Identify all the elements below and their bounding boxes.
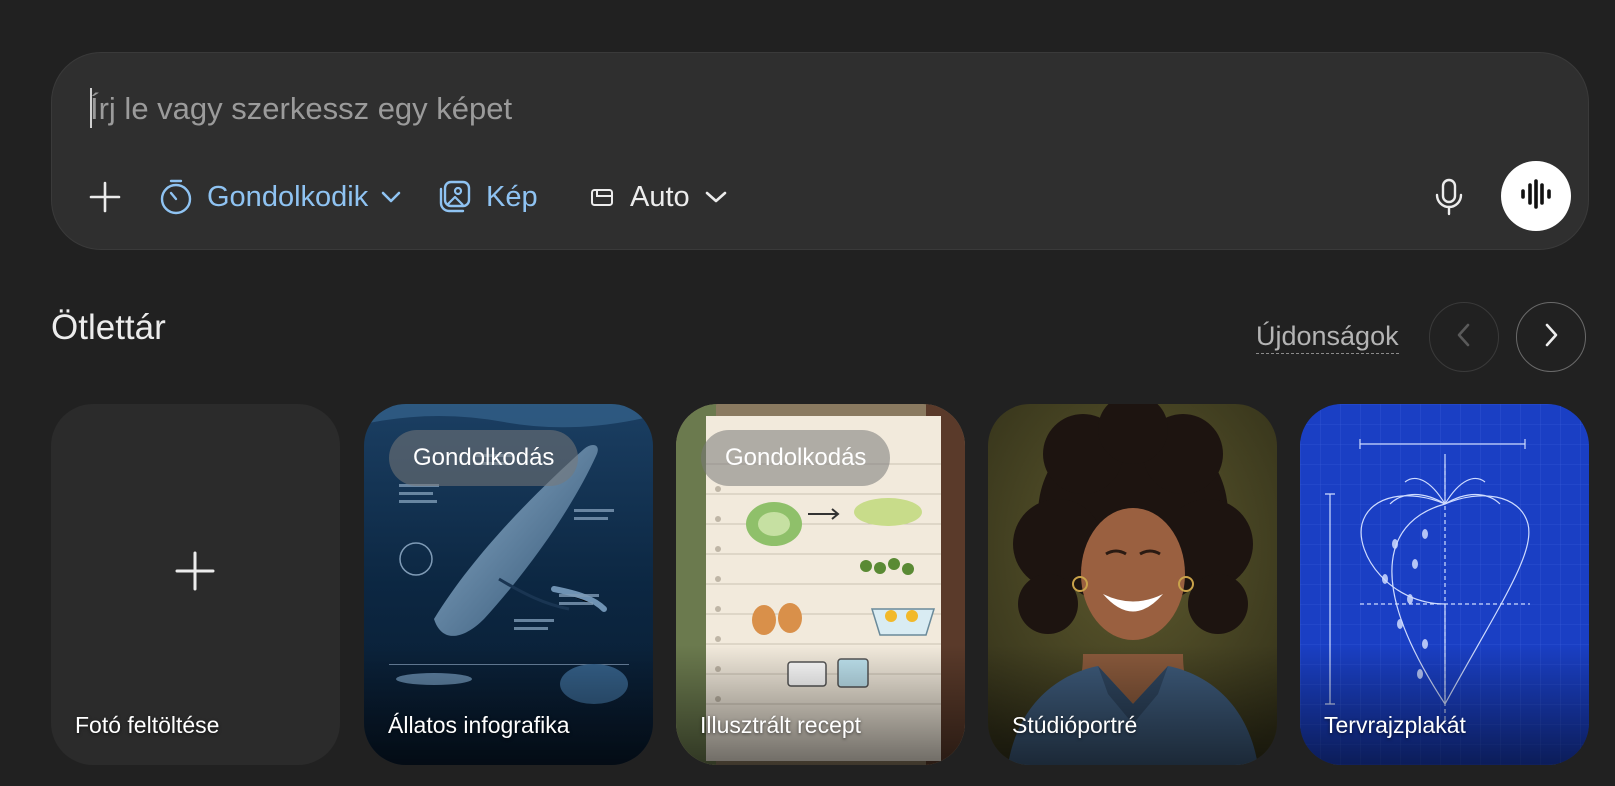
card-label: Fotó feltöltése	[75, 712, 220, 738]
text-caret	[90, 88, 92, 128]
card-illustrated-recipe[interactable]: Gondolkodás Illusztrált recept	[676, 404, 965, 765]
image-mode-label: Kép	[486, 180, 538, 213]
image-stack-icon	[436, 179, 472, 215]
composer-toolbar: Gondolkodik Kép Auto	[52, 165, 1588, 229]
plus-icon	[173, 549, 217, 598]
chevron-right-icon	[1541, 321, 1561, 354]
thinking-badge: Gondolkodás	[389, 430, 579, 486]
gallery-title: Ötlettár	[51, 308, 166, 347]
card-label: Állatos infografika	[388, 712, 570, 738]
microphone-button[interactable]	[1434, 165, 1464, 229]
card-shade	[364, 645, 653, 765]
aspect-ratio-select[interactable]: Auto	[590, 165, 728, 229]
card-animal-infographic[interactable]: Gondolkodás Állatos infografika	[364, 404, 653, 765]
card-label: Stúdióportré	[1012, 712, 1138, 738]
news-link[interactable]: Újdonságok	[1256, 321, 1399, 354]
voice-mode-button[interactable]	[1501, 161, 1571, 231]
prompt-input[interactable]	[90, 85, 1390, 133]
microphone-icon	[1434, 178, 1464, 216]
add-attachment-button[interactable]	[88, 165, 122, 229]
thinking-mode-button[interactable]: Gondolkodik	[159, 165, 402, 229]
thinking-badge: Gondolkodás	[701, 430, 891, 486]
gallery-next-button[interactable]	[1516, 302, 1586, 372]
chevron-down-icon	[380, 190, 402, 204]
aspect-ratio-icon	[590, 185, 614, 209]
card-shade	[1300, 645, 1589, 765]
plus-icon	[88, 180, 122, 214]
thinking-mode-label: Gondolkodik	[207, 180, 369, 213]
card-upload-photo[interactable]: Fotó feltöltése	[51, 404, 340, 765]
chevron-left-icon	[1454, 321, 1474, 354]
aspect-ratio-label: Auto	[630, 180, 690, 213]
image-mode-button[interactable]: Kép	[436, 165, 538, 229]
voice-wave-icon	[1519, 178, 1553, 214]
gallery-prev-button[interactable]	[1429, 302, 1499, 372]
card-label: Illusztrált recept	[700, 712, 862, 738]
card-studio-portrait[interactable]: Stúdióportré	[988, 404, 1277, 765]
stopwatch-icon	[159, 178, 193, 216]
card-shade	[988, 645, 1277, 765]
card-shade	[676, 645, 965, 765]
card-label: Tervrajzplakát	[1324, 712, 1466, 738]
card-blueprint-poster[interactable]: Tervrajzplakát	[1300, 404, 1589, 765]
prompt-composer: Gondolkodik Kép	[51, 52, 1589, 250]
chevron-down-icon	[704, 190, 728, 204]
